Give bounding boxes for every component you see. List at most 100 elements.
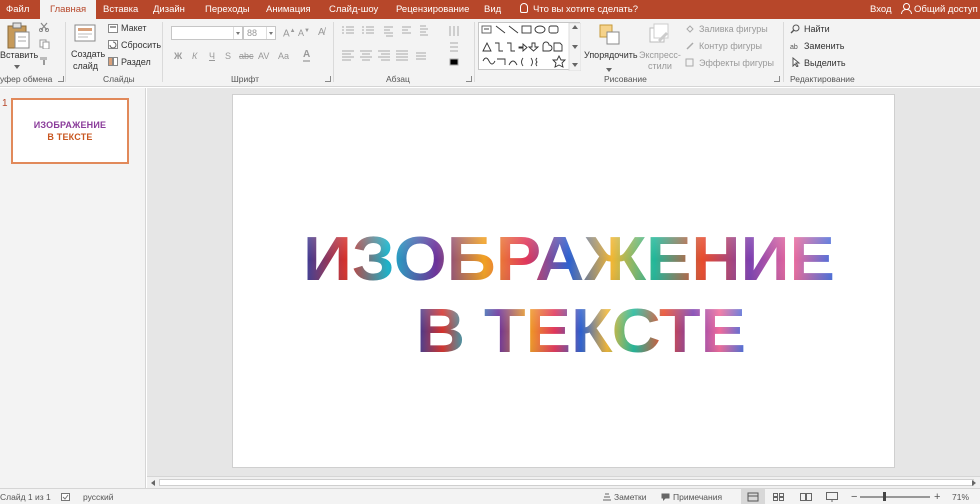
slide-thumbnail[interactable]: ИЗОБРАЖЕНИЕ В ТЕКСТЕ	[11, 98, 129, 164]
group-separator	[333, 22, 334, 82]
font-size-box[interactable]: 88	[243, 26, 276, 40]
tab-slideshow[interactable]: Слайд-шоу	[329, 0, 378, 19]
thumbnail-line-1: ИЗОБРАЖЕНИЕ	[33, 120, 107, 130]
char-spacing-button[interactable]: AV	[258, 51, 269, 61]
shapes-gallery[interactable]	[478, 22, 581, 71]
notes-button[interactable]: Заметки	[614, 489, 647, 504]
tab-transitions[interactable]: Переходы	[205, 0, 250, 19]
paste-icon[interactable]	[5, 22, 31, 50]
tab-animations[interactable]: Анимация	[266, 0, 311, 19]
language-indicator[interactable]: русский	[83, 489, 114, 504]
reading-view-icon[interactable]	[800, 493, 812, 501]
font-name-box[interactable]	[171, 26, 243, 40]
thumbnail-line-2: В ТЕКСТЕ	[47, 132, 93, 142]
arrange-icon[interactable]	[597, 22, 623, 48]
group-separator	[65, 22, 66, 82]
new-slide-label[interactable]: Создать	[71, 49, 105, 59]
paragraph-tools-icon[interactable]	[340, 25, 470, 69]
shape-effects-button[interactable]: Эффекты фигуры	[699, 58, 774, 68]
strikethrough-button[interactable]: S	[225, 51, 231, 61]
drawing-launcher-icon[interactable]	[774, 76, 780, 82]
zoom-out-icon[interactable]: −	[851, 489, 857, 504]
shape-fill-button[interactable]: Заливка фигуры	[699, 24, 768, 34]
arrange-button[interactable]: Упорядочить	[584, 50, 638, 60]
cursor-icon	[791, 56, 801, 68]
drawing-group-label: Рисование	[604, 74, 647, 84]
tab-insert[interactable]: Вставка	[103, 0, 138, 19]
layout-button[interactable]: Макет	[121, 23, 146, 33]
normal-view-icon[interactable]	[741, 489, 765, 504]
group-separator	[783, 22, 784, 82]
quick-styles-label-2[interactable]: стили	[648, 61, 672, 71]
clipboard-launcher-icon[interactable]	[58, 76, 64, 82]
paragraph-group-label: Абзац	[386, 74, 410, 84]
tell-me-box[interactable]: Что вы хотите сделать?	[520, 0, 638, 19]
clear-format-icon[interactable]: A̸	[318, 27, 325, 38]
change-case-button[interactable]: Aa	[278, 51, 289, 61]
find-button[interactable]: Найти	[804, 24, 830, 34]
comments-button[interactable]: Примечания	[673, 489, 722, 504]
slide-thumbnails-pane: 1 ИЗОБРАЖЕНИЕ В ТЕКСТЕ	[0, 88, 146, 488]
format-painter-icon[interactable]	[39, 56, 49, 66]
sign-in-link[interactable]: Вход	[870, 0, 892, 19]
italic-button[interactable]: К	[192, 51, 197, 61]
chevron-down-icon[interactable]	[233, 27, 242, 39]
section-button[interactable]: Раздел	[121, 57, 151, 67]
tell-me-text: Что вы хотите сделать?	[533, 4, 639, 15]
share-button[interactable]: Общий доступ	[901, 0, 978, 19]
clipboard-group-label: уфер обмена	[0, 74, 53, 84]
slide-number: 1	[2, 98, 8, 109]
scroll-left-icon[interactable]	[151, 480, 155, 486]
slide-title-line-2-shading: В ТЕКСТЕ	[416, 297, 746, 366]
new-slide-icon[interactable]	[74, 22, 98, 44]
shadow-button[interactable]: abc	[239, 51, 254, 61]
zoom-slider-thumb[interactable]	[883, 492, 886, 501]
quick-styles-label[interactable]: Экспресс-	[639, 50, 681, 60]
font-color-icon[interactable]: A	[303, 50, 311, 62]
slideshow-icon[interactable]	[826, 492, 838, 502]
paste-button[interactable]: Вставить	[0, 50, 38, 60]
shape-fill-icon	[685, 24, 695, 34]
slide-sorter-icon[interactable]	[773, 493, 785, 501]
chevron-down-icon[interactable]	[14, 61, 20, 69]
zoom-in-icon[interactable]: +	[934, 489, 940, 504]
person-icon	[901, 3, 912, 14]
tab-review[interactable]: Рецензирование	[396, 0, 469, 19]
shrink-font-icon[interactable]: A▼	[298, 28, 310, 38]
font-launcher-icon[interactable]	[325, 76, 331, 82]
tab-view[interactable]: Вид	[484, 0, 501, 19]
chevron-down-icon[interactable]	[606, 64, 612, 72]
section-icon	[108, 57, 118, 66]
tab-file[interactable]: Файл	[6, 0, 29, 19]
reset-button[interactable]: Сбросить	[121, 40, 161, 50]
select-button[interactable]: Выделить	[804, 58, 846, 68]
underline-button[interactable]: Ч	[209, 51, 215, 61]
chevron-down-icon[interactable]	[266, 27, 275, 39]
ribbon-tab-bar: Файл Главная Вставка Дизайн Переходы Ани…	[0, 0, 980, 19]
slide-counter: Слайд 1 из 1	[0, 492, 51, 502]
copy-icon[interactable]	[39, 39, 50, 50]
editing-group-label: Редактирование	[790, 74, 855, 84]
zoom-slider[interactable]	[860, 496, 930, 498]
slides-group-label: Слайды	[103, 74, 135, 84]
scroll-right-icon[interactable]	[972, 480, 976, 486]
quick-styles-icon[interactable]	[648, 22, 672, 46]
replace-button[interactable]: Заменить	[804, 41, 844, 51]
cut-icon[interactable]	[38, 22, 50, 33]
tab-design[interactable]: Дизайн	[153, 0, 185, 19]
spellcheck-icon[interactable]	[61, 493, 71, 501]
new-slide-label-2[interactable]: слайд	[73, 61, 98, 71]
horizontal-scrollbar[interactable]	[147, 476, 980, 488]
svg-text:ab: ab	[790, 44, 798, 51]
font-size-value: 88	[247, 28, 258, 38]
shape-outline-button[interactable]: Контур фигуры	[699, 41, 762, 51]
paragraph-launcher-icon[interactable]	[466, 76, 472, 82]
group-separator	[474, 22, 475, 82]
tab-home[interactable]: Главная	[40, 0, 97, 19]
slide-canvas[interactable]: ИЗОБРАЖЕНИЕ ИЗОБРАЖЕНИЕ В ТЕКСТЕ В ТЕКСТ…	[232, 94, 895, 468]
scroll-track[interactable]	[159, 479, 974, 486]
zoom-level[interactable]: 71%	[952, 489, 969, 504]
grow-font-icon[interactable]: A▲	[283, 28, 296, 39]
bold-button[interactable]: Ж	[174, 51, 182, 61]
status-bar: Слайд 1 из 1 русский Заметки Примечания …	[0, 488, 980, 504]
